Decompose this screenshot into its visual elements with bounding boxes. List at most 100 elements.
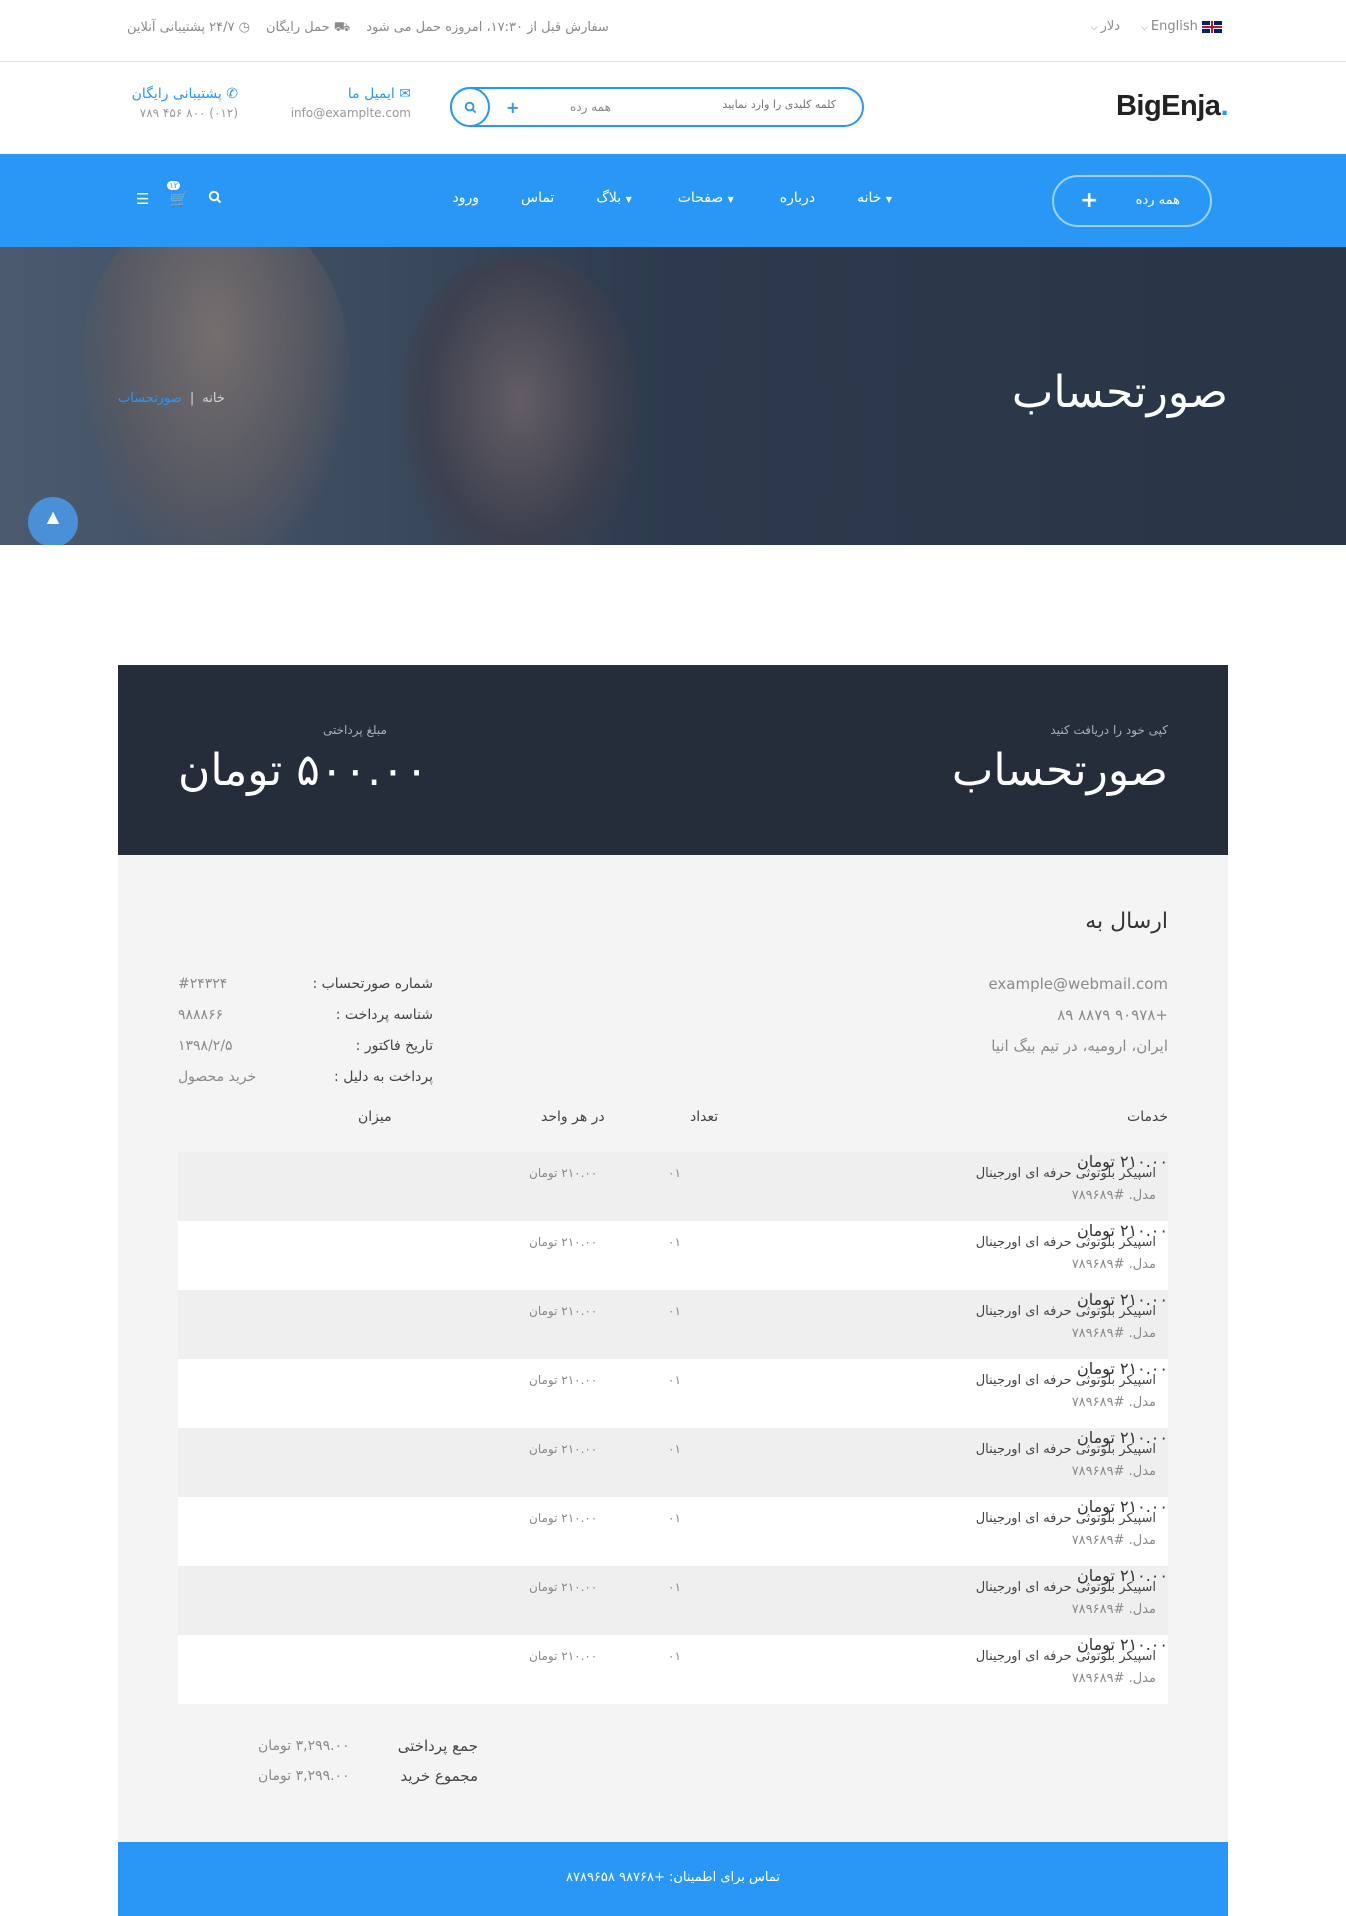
product-model: مدل. #۷۸۹۶۸۹ [1071, 1602, 1156, 1617]
breadcrumb-separator: | [189, 391, 195, 406]
rocket-icon[interactable]: ▲ [28, 497, 78, 545]
table-header: خدمات تعداد در هر واحد میزان [178, 1109, 1168, 1139]
amount-label: مبلغ پرداختی [323, 723, 387, 737]
truck-icon: ⛟ [333, 20, 351, 35]
quantity: ۰۱ [668, 1235, 681, 1249]
envelope-icon: ✉ [399, 86, 411, 102]
breadcrumb-home[interactable]: خانه [202, 391, 225, 406]
product-name: اسپیکر بلوتوثی حرفه ای اورجینال [975, 1235, 1156, 1250]
search-button[interactable] [450, 87, 490, 127]
table-row: اسپیکر بلوتوثی حرفه ای اورجینال مدل. #۷۸۹… [178, 1221, 1168, 1290]
search-category[interactable]: همه رده [570, 100, 611, 114]
caret-down-icon: ▼ [885, 195, 892, 204]
product-model: مدل. #۷۸۹۶۸۹ [1071, 1188, 1156, 1203]
breadcrumb-current: صورتحساب [118, 391, 182, 406]
unit-price: ۲۱۰.۰۰ تومان [529, 1580, 598, 1594]
table-row: اسپیکر بلوتوثی حرفه ای اورجینال مدل. #۷۸۹… [178, 1428, 1168, 1497]
nav-item-blog[interactable]: بلاگ ▼ [596, 190, 635, 206]
quantity: ۰۱ [668, 1580, 681, 1594]
quantity: ۰۱ [668, 1442, 681, 1456]
search-icon [464, 101, 476, 113]
product-name: اسپیکر بلوتوثی حرفه ای اورجینال [975, 1373, 1156, 1388]
search-input[interactable] [656, 98, 836, 111]
send-to-heading: ارسال به [1085, 909, 1168, 934]
nav-item-login[interactable]: ورود [452, 190, 479, 206]
chevron-down-icon: ⌵ [1141, 23, 1148, 33]
product-name: اسپیکر بلوتوثی حرفه ای اورجینال [975, 1580, 1156, 1595]
quantity: ۰۱ [668, 1373, 681, 1387]
unit-price: ۲۱۰.۰۰ تومان [529, 1649, 598, 1663]
online-support: ◷ ۲۴/۷ پشتیبانی آنلاین [127, 20, 250, 35]
header-unit: در هر واحد [541, 1109, 605, 1125]
logo[interactable]: BigEnja. [1116, 90, 1229, 123]
hero-banner: صورتحساب خانه | صورتحساب ▲ [0, 247, 1346, 545]
header: BigEnja. + همه رده ✉ ایمیل ما info@examp… [0, 62, 1346, 154]
search-bar: + همه رده [450, 87, 864, 127]
meta-row: شماره صورتحساب : #۲۴۳۲۴ [178, 976, 433, 992]
product-model: مدل. #۷۸۹۶۸۹ [1071, 1671, 1156, 1686]
nav-item-about[interactable]: درباره [780, 190, 815, 206]
invoice-meta: شماره صورتحساب : #۲۴۳۲۴ شناسه پرداخت :۹۸۸… [178, 969, 433, 1093]
support-info: ✆ پشتیبانی رایگان (۰۱۲) ۸۰۰ ۴۵۶ ۷۸۹ [118, 86, 238, 120]
all-categories-button[interactable]: همه رده + [1052, 175, 1212, 227]
breadcrumb: خانه | صورتحساب [118, 391, 225, 406]
unit-price: ۲۱۰.۰۰ تومان [529, 1442, 598, 1456]
invoice-title: صورتحساب [951, 745, 1168, 796]
main-nav: همه رده + خانه ▼ درباره صفحات ▼ بلاگ ▼ ت… [0, 154, 1346, 247]
quantity: ۰۱ [668, 1511, 681, 1525]
quantity: ۰۱ [668, 1649, 681, 1663]
topbar-right: ⌵ دلار ⌵ English [1088, 19, 1228, 34]
menu: خانه ▼ درباره صفحات ▼ بلاگ ▼ تماس ورود [452, 190, 896, 206]
product-name: اسپیکر بلوتوثی حرفه ای اورجینال [975, 1304, 1156, 1319]
recipient-address: example@webmail.com +۹۰۹۷۸ ۸۸۷۹ ۸۹ ایران… [988, 969, 1168, 1062]
search-icon [208, 190, 222, 204]
product-name: اسپیکر بلوتوثی حرفه ای اورجینال [975, 1511, 1156, 1526]
nav-icons: ☰ 🛒 ۱۲ [136, 181, 222, 208]
caret-down-icon: ▼ [727, 195, 734, 204]
total-paid-row: جمع پرداختی ۳,۲۹۹.۰۰ تومان [258, 1737, 478, 1755]
recipient-location: ایران، ارومیه، در تیم بیگ انیا [991, 1037, 1168, 1055]
product-name: اسپیکر بلوتوثی حرفه ای اورجینال [975, 1166, 1156, 1181]
topbar-left: سفارش قبل از ۱۷:۳۰، امروزه حمل می شود ⛟ … [127, 20, 609, 37]
invoice-table: اسپیکر بلوتوثی حرفه ای اورجینال مدل. #۷۸۹… [178, 1152, 1168, 1704]
email-value[interactable]: info@examplte.com [276, 106, 411, 120]
meta-row: تاریخ فاکتور :۱۳۹۸/۲/۵ [178, 1038, 433, 1054]
table-row: اسپیکر بلوتوثی حرفه ای اورجینال مدل. #۷۸۹… [178, 1566, 1168, 1635]
meta-row: شناسه پرداخت :۹۸۸۸۶۶ [178, 1007, 433, 1023]
chevron-down-icon: ⌵ [1090, 23, 1098, 33]
nav-search-icon[interactable] [208, 190, 222, 208]
product-name: اسپیکر بلوتوثی حرفه ای اورجینال [975, 1649, 1156, 1664]
unit-price: ۲۱۰.۰۰ تومان [529, 1511, 598, 1525]
top-bar: ⌵ دلار ⌵ English سفارش قبل از ۱۷:۳۰، امروز… [0, 0, 1346, 62]
recipient-phone: +۹۰۹۷۸ ۸۸۷۹ ۸۹ [1057, 1006, 1168, 1024]
order-notice: سفارش قبل از ۱۷:۳۰، امروزه حمل می شود [366, 20, 609, 35]
table-row: اسپیکر بلوتوثی حرفه ای اورجینال مدل. #۷۸۹… [178, 1635, 1168, 1704]
caret-down-icon: ▼ [625, 195, 632, 204]
invoice-body: ارسال به example@webmail.com +۹۰۹۷۸ ۸۸۷۹… [118, 855, 1228, 1842]
product-model: مدل. #۷۸۹۶۸۹ [1071, 1533, 1156, 1548]
language-selector[interactable]: ⌵ English [1138, 19, 1228, 34]
cart-icon[interactable]: 🛒 ۱۲ [167, 181, 188, 208]
nav-item-pages[interactable]: صفحات ▼ [678, 190, 738, 206]
header-amount: میزان [358, 1109, 392, 1125]
plus-icon: + [1080, 188, 1099, 213]
table-row: اسپیکر بلوتوثی حرفه ای اورجینال مدل. #۷۸۹… [178, 1359, 1168, 1428]
table-row: اسپیکر بلوتوثی حرفه ای اورجینال مدل. #۷۸۹… [178, 1497, 1168, 1566]
unit-price: ۲۱۰.۰۰ تومان [529, 1304, 598, 1318]
free-shipping: ⛟ حمل رایگان [265, 20, 351, 35]
phone-icon: ✆ [226, 86, 238, 102]
nav-item-contact[interactable]: تماس [521, 190, 554, 206]
unit-price: ۲۱۰.۰۰ تومان [529, 1166, 598, 1180]
recipient-email: example@webmail.com [988, 975, 1168, 993]
plus-icon[interactable]: + [506, 98, 519, 117]
header-services: خدمات [1127, 1109, 1168, 1125]
cart-count-badge: ۱۲ [167, 181, 181, 190]
currency-selector[interactable]: ⌵ دلار [1088, 19, 1120, 34]
header-qty: تعداد [690, 1109, 719, 1125]
invoice-amount: ۵۰۰.۰۰ تومان [178, 745, 429, 796]
invoice-footer: تماس برای اطمینان: +۹۸۷۶۸ ۸۷۸۹۶۵۸ [118, 1842, 1228, 1916]
menu-icon[interactable]: ☰ [136, 190, 149, 208]
nav-item-home[interactable]: خانه ▼ [857, 190, 896, 206]
totals: جمع پرداختی ۳,۲۹۹.۰۰ تومان مجموع خرید ۳,۲۹… [258, 1731, 478, 1791]
uk-flag-icon [1202, 20, 1222, 33]
